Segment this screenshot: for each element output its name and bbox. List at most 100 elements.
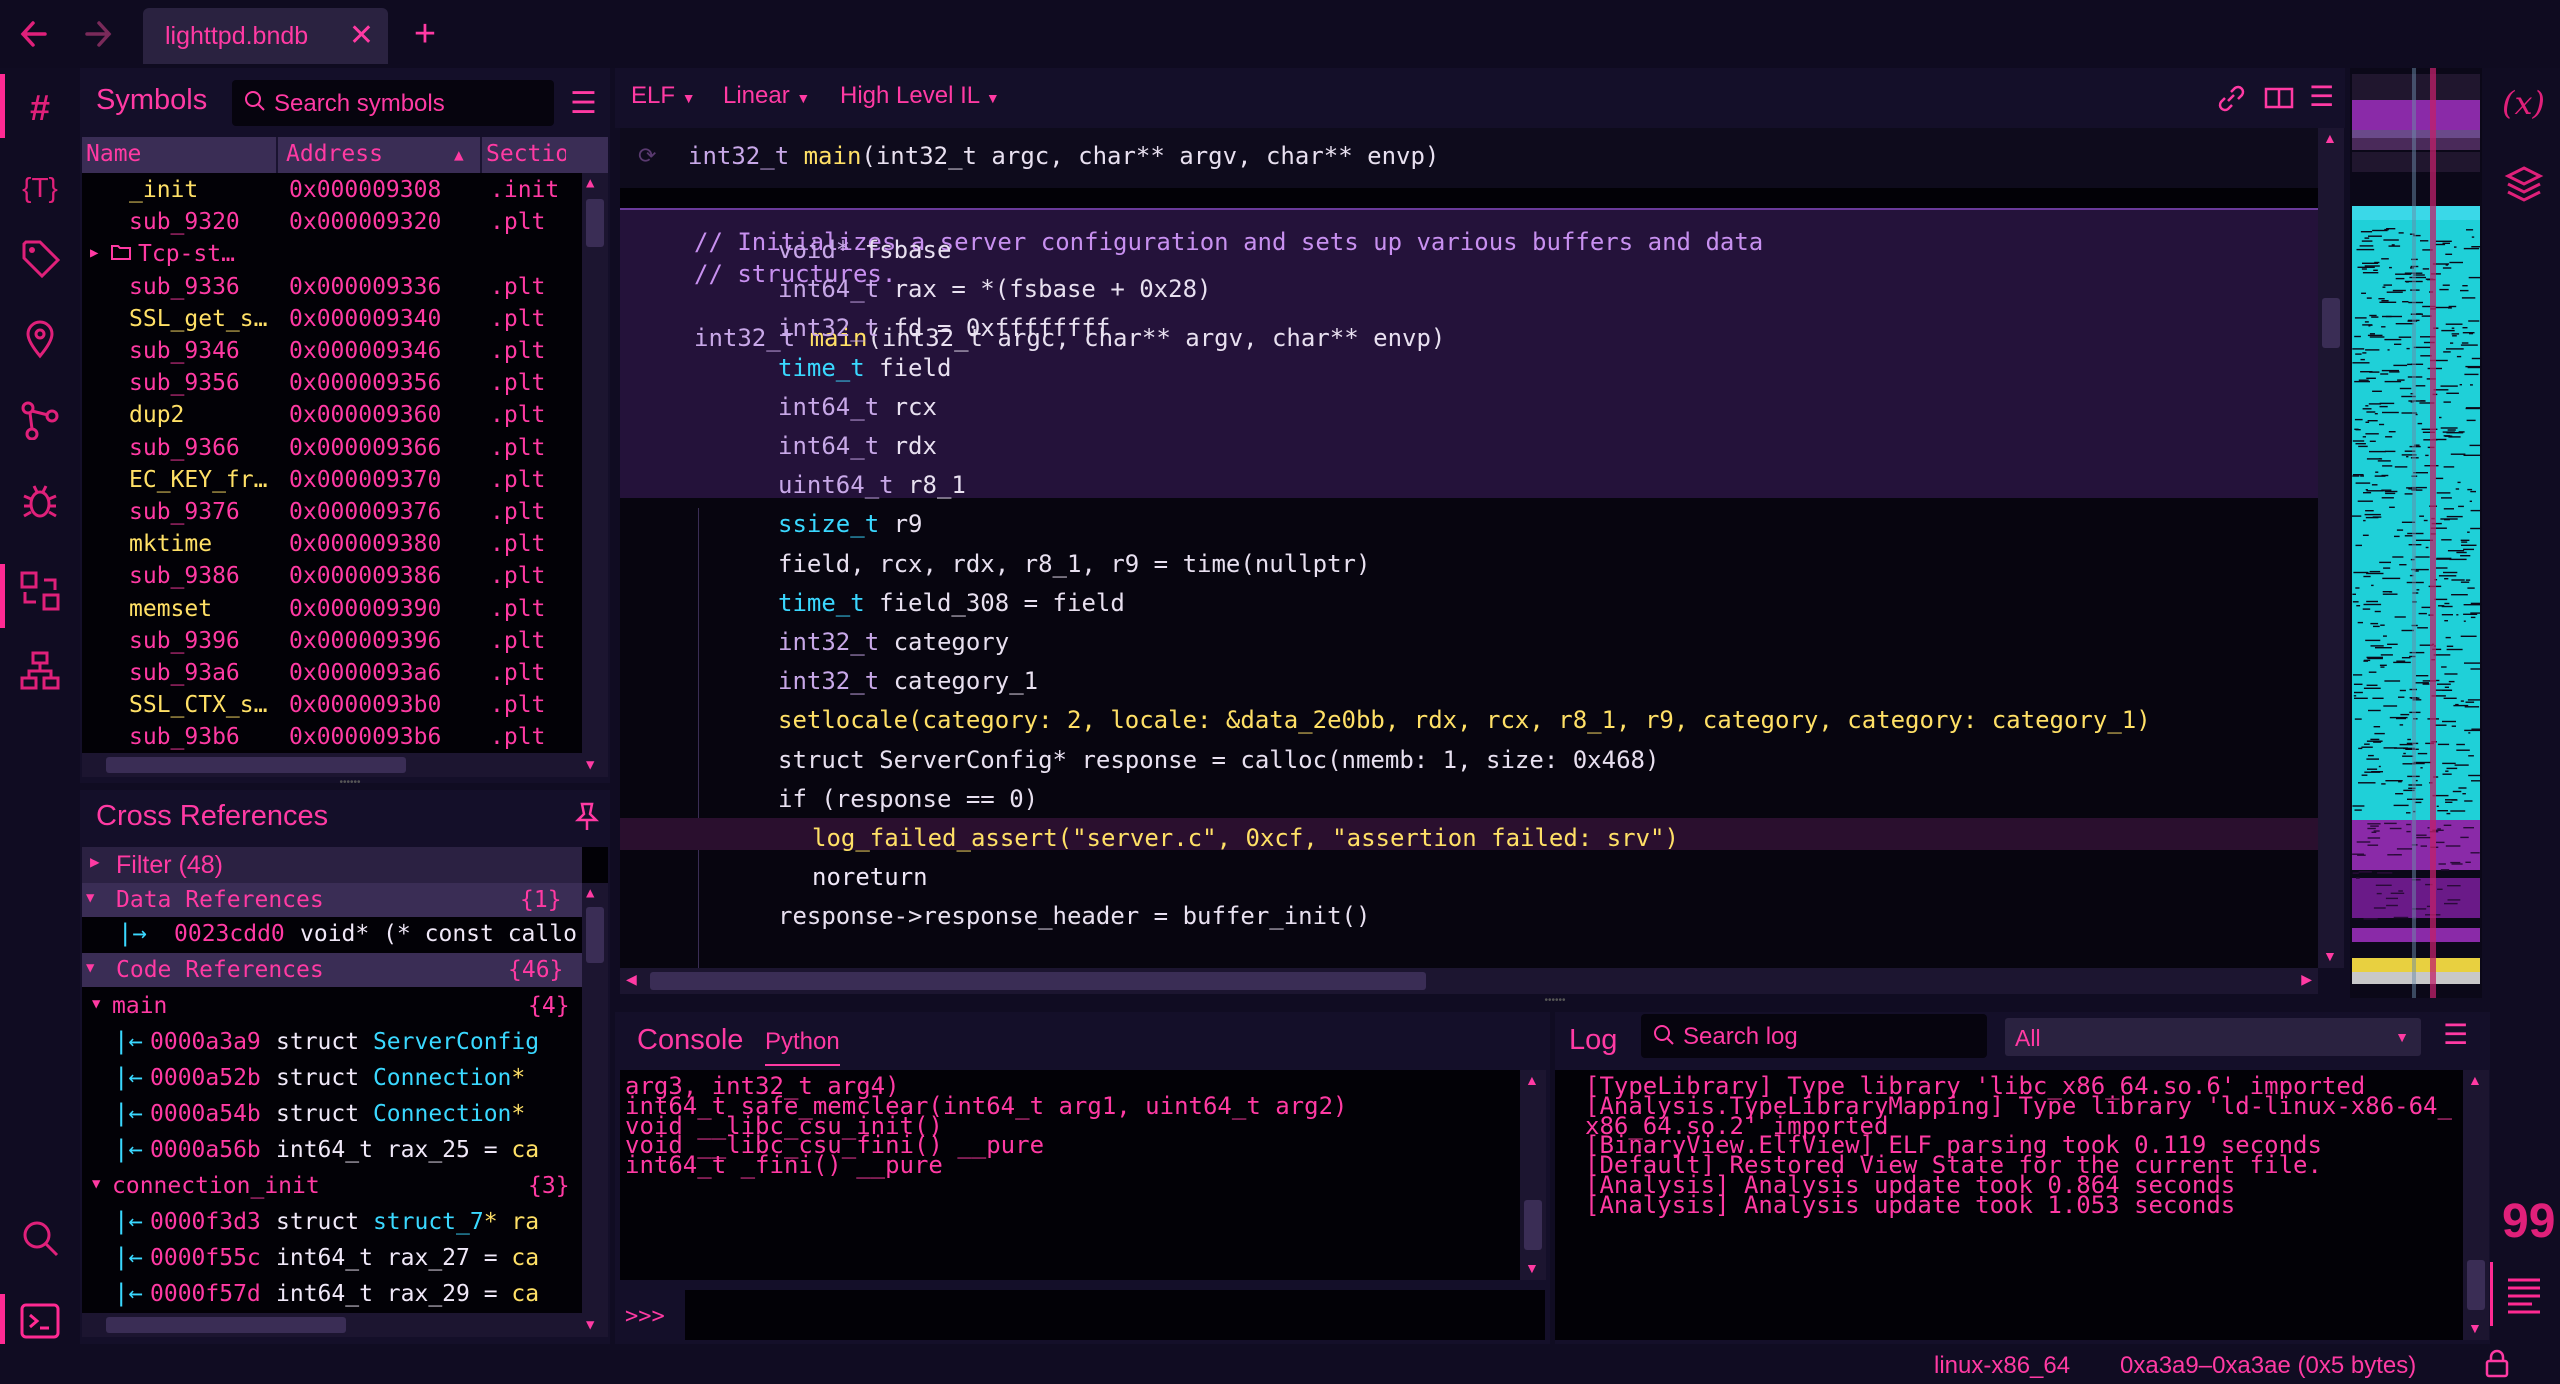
code-view[interactable]: ⟳ int32_t main(int32_t argc, char** argv… — [620, 128, 2318, 968]
console-input[interactable] — [685, 1290, 1545, 1340]
close-tab-icon[interactable]: ✕ — [349, 8, 374, 64]
feature-map-minimap[interactable] — [2350, 68, 2489, 998]
code-line[interactable]: int32_t category — [778, 628, 1009, 656]
symbol-row[interactable]: sub_9336 0x000009336 .plt — [82, 272, 582, 304]
splitter-grip[interactable]: •••••• — [330, 778, 370, 788]
quote-icon[interactable]: 99 — [2502, 1194, 2555, 1249]
code-line[interactable]: response->response_header = buffer_init(… — [778, 902, 1370, 930]
symbol-row[interactable]: sub_9356 0x000009356 .plt — [82, 368, 582, 400]
code-line[interactable]: int32_t category_1 — [778, 667, 1038, 695]
selection-range[interactable]: 0xa3a9–0xa3ae (0x5 bytes) — [2120, 1352, 2416, 1380]
symbol-row[interactable]: dup2 0x000009360 .plt — [82, 400, 582, 432]
layers-icon[interactable] — [2504, 164, 2544, 209]
search-icon[interactable] — [14, 1218, 66, 1270]
link-icon[interactable] — [2215, 82, 2247, 119]
symbol-row[interactable]: sub_9386 0x000009386 .plt — [82, 561, 582, 593]
code-line[interactable]: int32_t fd = 0xffffffff — [778, 314, 1110, 342]
code-vscrollbar[interactable]: ▲ ▼ — [2318, 128, 2344, 968]
xref-code-item[interactable]: |← 0000a54b struct Connection* — [82, 1097, 582, 1133]
code-line[interactable]: struct ServerConfig* response = calloc(n… — [778, 746, 1659, 774]
refresh-icon[interactable]: ⟳ — [638, 144, 656, 169]
xref-data-item[interactable]: |→ 0023cdd0 void* (* const callo — [82, 917, 582, 953]
view-format-dropdown[interactable]: ELF ▼ — [631, 82, 696, 110]
col-address[interactable]: Address — [286, 141, 383, 167]
code-line[interactable]: if (response == 0) — [778, 785, 1038, 813]
code-line[interactable]: ssize_t r9 — [778, 510, 923, 538]
graph-nodes-icon[interactable] — [14, 400, 66, 452]
log-level-select[interactable]: All ▼ — [2005, 1018, 2421, 1056]
xrefs-hscrollbar[interactable] — [82, 1313, 582, 1337]
xref-code-item[interactable]: |← 0000a3a9 struct ServerConfig — [82, 1025, 582, 1061]
code-line[interactable]: uint64_t r8_1 — [778, 471, 966, 499]
xref-code-item[interactable]: |← 0000a56b int64_t rax_25 = ca — [82, 1133, 582, 1169]
symbol-row[interactable]: _init 0x000009308 .init — [82, 175, 582, 207]
symbol-row[interactable]: sub_9366 0x000009366 .plt — [82, 433, 582, 465]
symbols-search-input[interactable]: Search symbols — [232, 80, 554, 126]
code-line[interactable]: field, rcx, rdx, r8_1, r9 = time(nullptr… — [778, 550, 1370, 578]
col-name[interactable]: Name — [86, 141, 141, 167]
code-hscroll-thumb[interactable] — [650, 972, 1426, 990]
symbol-row[interactable]: sub_93b6 0x0000093b6 .plt — [82, 722, 582, 754]
symbols-hscrollbar[interactable] — [82, 753, 582, 777]
symbols-vscrollbar[interactable]: ▲ ▼ — [582, 173, 608, 777]
view-menu-icon[interactable]: ☰ — [2309, 80, 2334, 113]
symbol-row[interactable]: sub_9376 0x000009376 .plt — [82, 497, 582, 529]
col-section[interactable]: Section — [486, 141, 566, 167]
xref-function-group[interactable]: ▼ main {4} — [82, 989, 582, 1025]
code-line[interactable]: int64_t rcx — [778, 393, 937, 421]
pin-icon[interactable] — [572, 800, 602, 837]
symbol-row[interactable]: sub_9346 0x000009346 .plt — [82, 336, 582, 368]
code-vscroll-thumb[interactable] — [2322, 298, 2340, 348]
symbol-row[interactable]: SSL_get_s… 0x000009340 .plt — [82, 304, 582, 336]
xref-code-item[interactable]: |← 0000f57d int64_t rax_29 = ca — [82, 1277, 582, 1313]
code-line[interactable]: int64_t rax = *(fsbase + 0x28) — [778, 275, 1211, 303]
back-arrow-icon[interactable] — [14, 12, 54, 56]
symbol-row[interactable]: ▶ Tcp-st… — [82, 239, 582, 271]
platform-label[interactable]: linux-x86_64 — [1934, 1352, 2070, 1380]
chevron-right-icon[interactable]: ▶ — [90, 245, 98, 261]
tags-icon[interactable] — [14, 238, 66, 290]
symbols-hscroll-thumb[interactable] — [106, 757, 406, 773]
types-icon[interactable]: {T} — [14, 162, 66, 214]
hamburger-menu-icon[interactable]: ☰ — [570, 86, 597, 121]
symbol-row[interactable]: SSL_CTX_s… 0x0000093b0 .plt — [82, 690, 582, 722]
code-line[interactable]: setlocale(category: 2, locale: &data_2e0… — [778, 706, 2151, 734]
new-tab-button[interactable]: + — [405, 10, 445, 58]
symbol-row[interactable]: sub_9320 0x000009320 .plt — [82, 207, 582, 239]
view-il-dropdown[interactable]: High Level IL ▼ — [840, 82, 1000, 110]
symbols-hash-icon[interactable]: # — [14, 82, 66, 134]
code-line[interactable]: log_failed_assert("server.c", 0xcf, "ass… — [812, 824, 1679, 852]
xrefs-vscrollbar[interactable]: ▲ ▼ — [582, 883, 608, 1337]
code-line[interactable]: time_t field_308 = field — [778, 589, 1125, 617]
log-lines-icon[interactable] — [2504, 1274, 2544, 1319]
code-line[interactable]: time_t field — [778, 354, 951, 382]
xref-code-item[interactable]: |← 0000a52b struct Connection* — [82, 1061, 582, 1097]
symbols-vscroll-thumb[interactable] — [586, 199, 604, 247]
splitter-grip-2[interactable]: •••••• — [1535, 996, 1575, 1006]
bug-icon[interactable] — [14, 480, 66, 532]
log-search-input[interactable]: Search log — [1641, 1014, 1987, 1058]
symbol-row[interactable]: sub_9396 0x000009396 .plt — [82, 626, 582, 658]
xrefs-hscroll-thumb[interactable] — [106, 1317, 346, 1333]
xref-code-item[interactable]: |← 0000f3d3 struct struct_7* ra — [82, 1205, 582, 1241]
tab-python[interactable]: Python — [765, 1028, 840, 1066]
split-view-icon[interactable] — [2263, 82, 2295, 119]
xrefs-icon[interactable] — [14, 570, 66, 622]
console-vscrollbar[interactable]: ▲ ▼ — [1520, 1070, 1546, 1280]
xref-filter-row[interactable]: ▶ Filter (48) — [82, 847, 582, 883]
xrefs-vscroll-thumb[interactable] — [586, 907, 604, 963]
code-hscrollbar[interactable]: ◀ ▶ — [620, 968, 2318, 994]
location-pin-icon[interactable] — [14, 320, 66, 372]
code-line[interactable]: noreturn — [812, 863, 928, 891]
symbol-row[interactable]: EC_KEY_fr… 0x000009370 .plt — [82, 465, 582, 497]
data-references-group[interactable]: ▼ Data References {1} — [82, 883, 582, 917]
variables-icon[interactable]: (x) — [2502, 84, 2545, 122]
symbol-row[interactable]: memset 0x000009390 .plt — [82, 594, 582, 626]
code-references-group[interactable]: ▼ Code References {46} — [82, 953, 582, 987]
view-layout-dropdown[interactable]: Linear ▼ — [723, 82, 810, 110]
xref-code-item[interactable]: |← 0000f55c int64_t rax_27 = ca — [82, 1241, 582, 1277]
forward-arrow-icon[interactable] — [78, 12, 118, 56]
tab-lighttpd[interactable]: lighttpd.bndb ✕ — [143, 8, 388, 64]
log-vscrollbar[interactable]: ▲ ▼ — [2463, 1070, 2489, 1340]
symbol-row[interactable]: mktime 0x000009380 .plt — [82, 529, 582, 561]
